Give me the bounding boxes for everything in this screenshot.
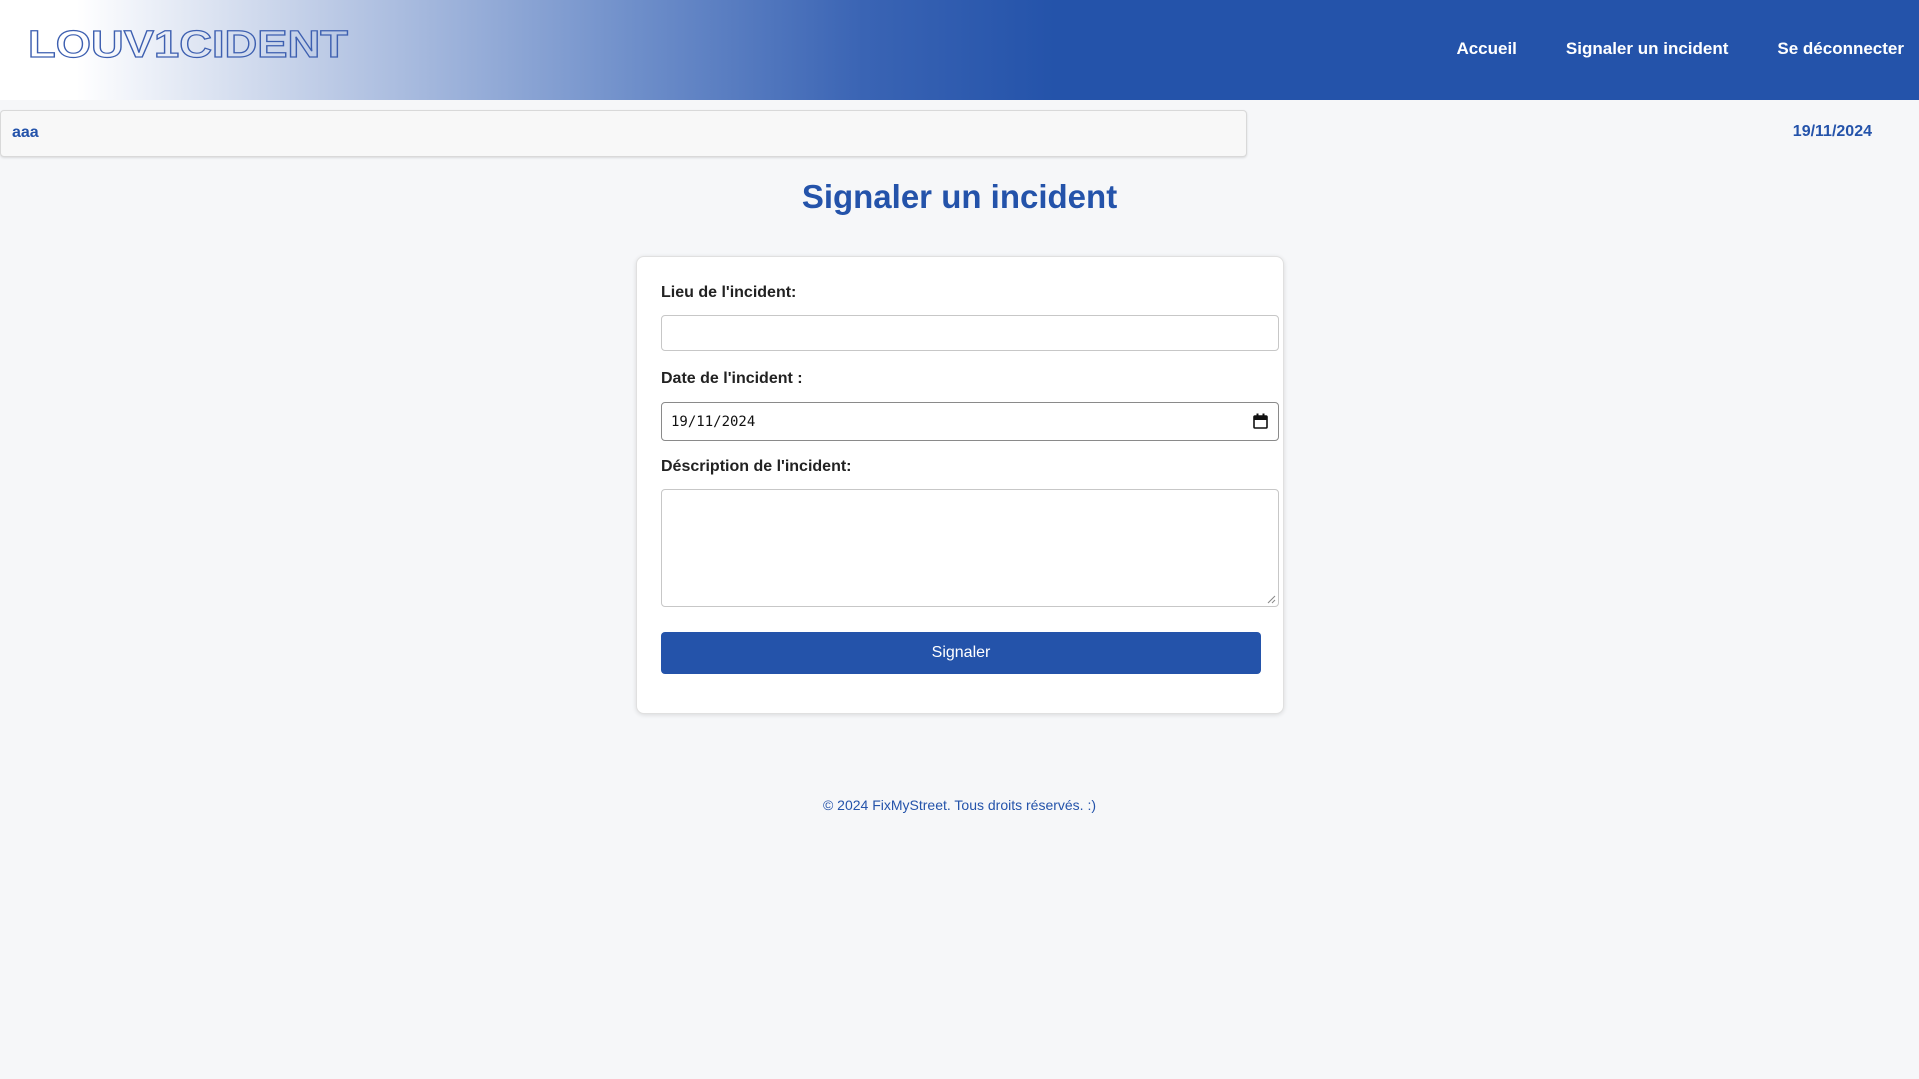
nav-logout-link[interactable]: Se déconnecter bbox=[1777, 39, 1904, 59]
calendar-icon[interactable] bbox=[1253, 413, 1268, 429]
date-value: 19/11/2024 bbox=[671, 414, 756, 430]
page-title: Signaler un incident bbox=[801, 178, 1118, 215]
location-label: Lieu de l'incident: bbox=[661, 284, 797, 301]
incident-form: Lieu de l'incident: Date de l'incident :… bbox=[636, 256, 1284, 714]
footer: © 2024 FixMyStreet. Tous droits réservés… bbox=[822, 797, 1097, 813]
nav-home-link[interactable]: Accueil bbox=[1456, 39, 1516, 59]
description-label: Déscription de l'incident: bbox=[661, 458, 852, 475]
date-input[interactable]: 19/11/2024 bbox=[661, 402, 1279, 441]
current-date: 19/11/2024 bbox=[1792, 123, 1872, 140]
user-bar: aaa bbox=[0, 110, 1247, 157]
date-label: Date de l'incident : bbox=[661, 370, 803, 387]
location-input[interactable] bbox=[661, 315, 1279, 351]
logo-text: LOUV1CIDENT bbox=[28, 27, 348, 61]
logo[interactable]: LOUV1CIDENT bbox=[28, 27, 350, 61]
nav-report-incident-link[interactable]: Signaler un incident bbox=[1566, 39, 1728, 59]
header: LOUV1CIDENT Accueil Signaler un incident… bbox=[0, 0, 1919, 100]
username: aaa bbox=[12, 124, 39, 141]
submit-button[interactable]: Signaler bbox=[661, 632, 1261, 674]
main-nav: Accueil Signaler un incident Se déconnec… bbox=[1456, 39, 1904, 59]
description-textarea[interactable] bbox=[661, 489, 1279, 607]
resize-handle-icon[interactable] bbox=[1267, 595, 1276, 604]
logo-graphic: LOUV1CIDENT bbox=[28, 27, 349, 61]
